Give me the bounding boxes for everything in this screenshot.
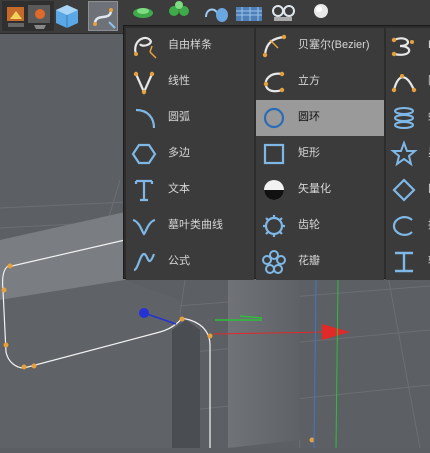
spline-menu: 自由样条 线性 圆弧 多边 文本 墓叶类曲线 公式 贝塞尔(Bezier) 立方… xyxy=(123,25,430,280)
box-inner-edge xyxy=(172,320,200,448)
menu-item-label: 墓叶类曲线 xyxy=(168,219,223,231)
menu-item-cubic[interactable]: 立方 xyxy=(256,64,384,100)
menu-item-label: 自由样条 xyxy=(168,39,212,51)
menu-item-label: 花瓣 xyxy=(298,255,320,267)
menu-item-circle[interactable]: 圆环 xyxy=(256,100,384,136)
menu-item-text[interactable]: 文本 xyxy=(126,172,254,208)
menu-item-label: 多边 xyxy=(168,147,190,159)
menu-item-helix[interactable]: 螺 xyxy=(386,100,430,136)
profile-icon xyxy=(390,248,418,276)
akima-icon xyxy=(390,68,418,96)
menu-item-label: 齿轮 xyxy=(298,219,320,231)
rectangle-icon xyxy=(260,140,288,168)
menu-item-label: 公式 xyxy=(168,255,190,267)
cogwheel-icon xyxy=(260,212,288,240)
menu-item-label: 线性 xyxy=(168,75,190,87)
spline-menu-col3: B 阿 螺 星 四 摆 轮 xyxy=(386,28,430,280)
box-pillar xyxy=(228,262,300,448)
box-side-face xyxy=(0,280,180,448)
menu-item-label: 圆弧 xyxy=(168,111,190,123)
menu-item-rectangle[interactable]: 矩形 xyxy=(256,136,384,172)
flower-icon xyxy=(260,248,288,276)
bspline-icon xyxy=(390,32,418,60)
menu-item-polygon[interactable]: 多边 xyxy=(126,136,254,172)
text-icon xyxy=(130,176,158,204)
menu-item-star[interactable]: 星 xyxy=(386,136,430,172)
formula-icon xyxy=(130,248,158,276)
polygon-icon xyxy=(130,140,158,168)
menu-item-profile[interactable]: 轮 xyxy=(386,244,430,280)
menu-item-cycloid[interactable]: 摆 xyxy=(386,208,430,244)
menu-item-four-side[interactable]: 四 xyxy=(386,172,430,208)
menu-item-bspline[interactable]: B xyxy=(386,28,430,64)
menu-item-freehand[interactable]: 自由样条 xyxy=(126,28,254,64)
menu-item-label: 圆环 xyxy=(298,111,320,123)
four-side-icon xyxy=(390,176,418,204)
vectorizer-icon xyxy=(260,176,288,204)
menu-item-bezier[interactable]: 贝塞尔(Bezier) xyxy=(256,28,384,64)
linear-spline-icon xyxy=(130,68,158,96)
cissoid-icon xyxy=(130,212,158,240)
menu-item-flower[interactable]: 花瓣 xyxy=(256,244,384,280)
z-axis-handle xyxy=(139,308,149,318)
film-icon[interactable] xyxy=(24,1,54,31)
bezier-icon xyxy=(260,32,288,60)
spline-menu-col2: 贝塞尔(Bezier) 立方 圆环 矩形 矢量化 齿轮 花瓣 xyxy=(256,28,384,280)
menu-item-label: 立方 xyxy=(298,75,320,87)
menu-item-label: 矢量化 xyxy=(298,183,331,195)
freehand-spline-icon xyxy=(130,32,158,60)
circle-icon xyxy=(260,104,288,132)
spline-menu-col1: 自由样条 线性 圆弧 多边 文本 墓叶类曲线 公式 xyxy=(126,28,254,280)
menu-item-akima[interactable]: 阿 xyxy=(386,64,430,100)
cube-icon[interactable] xyxy=(52,1,82,31)
menu-item-vectorizer[interactable]: 矢量化 xyxy=(256,172,384,208)
cubic-spline-icon xyxy=(260,68,288,96)
menu-item-label: 矩形 xyxy=(298,147,320,159)
menu-item-label: 文本 xyxy=(168,183,190,195)
menu-item-arc[interactable]: 圆弧 xyxy=(126,100,254,136)
cycloid-icon xyxy=(390,212,418,240)
star-icon xyxy=(390,140,418,168)
menu-item-label: 贝塞尔(Bezier) xyxy=(298,39,370,51)
menu-item-cogwheel[interactable]: 齿轮 xyxy=(256,208,384,244)
arc-icon xyxy=(130,104,158,132)
spline-pen-icon[interactable] xyxy=(88,1,118,31)
menu-item-linear[interactable]: 线性 xyxy=(126,64,254,100)
helix-icon xyxy=(390,104,418,132)
menu-item-formula[interactable]: 公式 xyxy=(126,244,254,280)
menu-item-cissoid[interactable]: 墓叶类曲线 xyxy=(126,208,254,244)
